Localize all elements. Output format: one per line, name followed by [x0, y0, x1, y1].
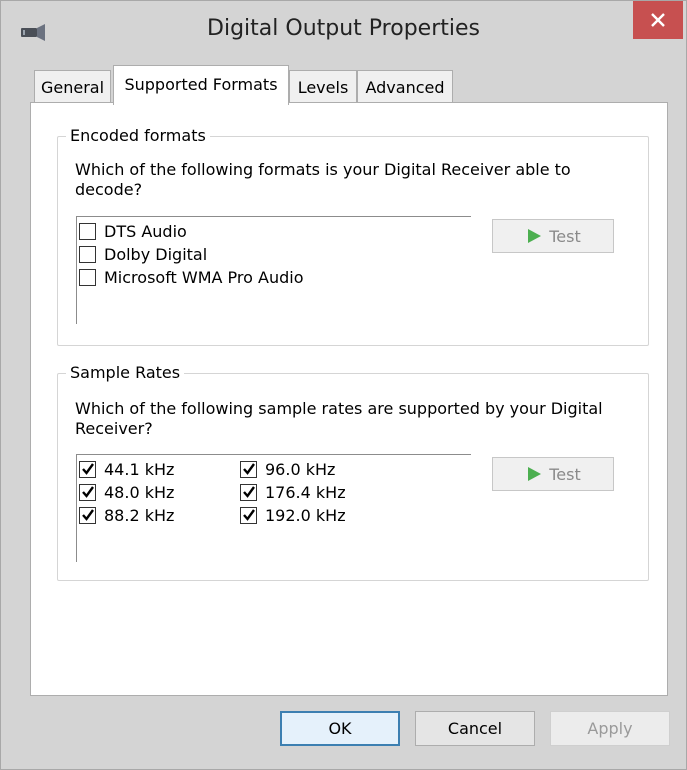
play-icon	[528, 229, 542, 243]
checkbox[interactable]	[79, 245, 96, 263]
play-icon	[528, 467, 542, 481]
format-label: Dolby Digital	[104, 244, 208, 264]
checkbox[interactable]	[79, 268, 96, 286]
checkmark-icon	[243, 485, 255, 498]
checkbox[interactable]	[240, 460, 257, 478]
cancel-button[interactable]: Cancel	[415, 711, 535, 746]
list-item[interactable]: DTS Audio	[79, 220, 187, 242]
dialog-window: Digital Output Properties General Suppor…	[0, 0, 687, 770]
list-item[interactable]: 176.4 kHz	[240, 481, 346, 503]
window-title: Digital Output Properties	[207, 16, 480, 41]
encoded-formats-list: DTS Audio Dolby Digital Microsoft WMA Pr…	[76, 216, 471, 324]
rate-label: 88.2 kHz	[104, 505, 175, 525]
sample-rates-list: 44.1 kHz 48.0 kHz 88.2 kHz 96.0 kHz 176.…	[76, 454, 471, 562]
checkmark-icon	[82, 462, 94, 475]
tab-general[interactable]: General	[34, 70, 111, 103]
test-label: Test	[549, 464, 581, 484]
list-item[interactable]: 44.1 kHz	[79, 458, 174, 480]
encoded-test-button[interactable]: Test	[492, 219, 614, 253]
apply-button[interactable]: Apply	[550, 711, 670, 746]
checkbox[interactable]	[79, 222, 96, 240]
list-item[interactable]: 48.0 kHz	[79, 481, 174, 503]
list-item[interactable]: Dolby Digital	[79, 243, 207, 265]
close-button[interactable]	[633, 1, 683, 39]
rate-label: 44.1 kHz	[104, 459, 175, 479]
list-item[interactable]: Microsoft WMA Pro Audio	[79, 266, 304, 288]
list-item[interactable]: 88.2 kHz	[79, 504, 174, 526]
checkbox[interactable]	[240, 483, 257, 501]
encoded-formats-title: Encoded formats	[66, 126, 210, 145]
title-bar: Digital Output Properties	[1, 1, 686, 61]
checkbox[interactable]	[79, 483, 96, 501]
sample-rates-title: Sample Rates	[66, 363, 185, 382]
checkmark-icon	[82, 485, 94, 498]
checkbox[interactable]	[240, 506, 257, 524]
list-item[interactable]: 192.0 kHz	[240, 504, 346, 526]
sample-rates-prompt: Which of the following sample rates are …	[75, 399, 603, 438]
checkmark-icon	[82, 508, 94, 521]
format-label: DTS Audio	[104, 221, 187, 241]
rate-label: 176.4 kHz	[265, 482, 346, 502]
tab-supported-formats[interactable]: Supported Formats	[113, 65, 289, 105]
tab-advanced[interactable]: Advanced	[357, 70, 453, 103]
rate-label: 96.0 kHz	[265, 459, 336, 479]
rate-label: 48.0 kHz	[104, 482, 175, 502]
rates-test-button[interactable]: Test	[492, 457, 614, 491]
checkbox[interactable]	[79, 506, 96, 524]
format-label: Microsoft WMA Pro Audio	[104, 267, 304, 287]
list-item[interactable]: 96.0 kHz	[240, 458, 335, 480]
rate-label: 192.0 kHz	[265, 505, 346, 525]
encoded-formats-prompt: Which of the following formats is your D…	[75, 160, 571, 199]
tab-panel: Encoded formats Which of the following f…	[30, 102, 668, 696]
sample-rates-group: Sample Rates Which of the following samp…	[57, 363, 649, 581]
tab-levels[interactable]: Levels	[289, 70, 357, 103]
checkmark-icon	[243, 508, 255, 521]
test-label: Test	[549, 226, 581, 246]
ok-button[interactable]: OK	[280, 711, 400, 746]
checkbox[interactable]	[79, 460, 96, 478]
close-icon	[651, 13, 665, 27]
checkmark-icon	[243, 462, 255, 475]
encoded-formats-group: Encoded formats Which of the following f…	[57, 126, 649, 346]
